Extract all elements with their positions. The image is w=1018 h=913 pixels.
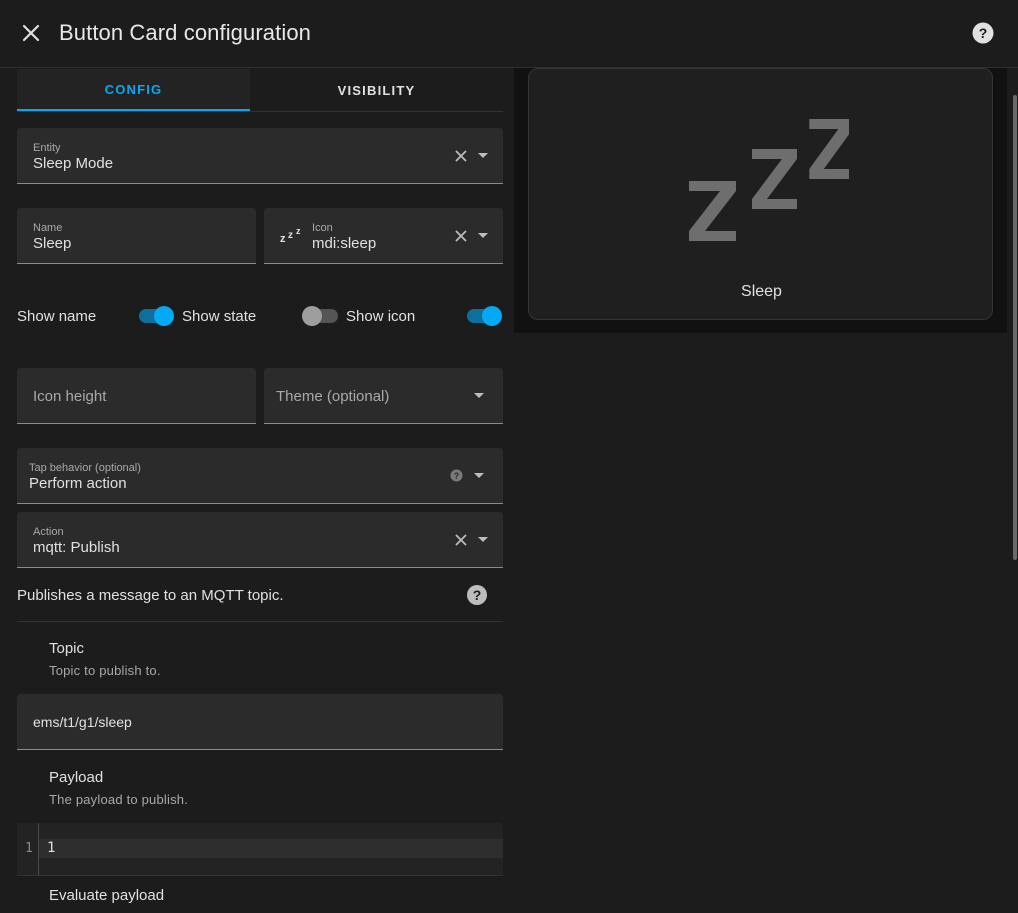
payload-code-editor[interactable]: 1 1 bbox=[17, 823, 503, 875]
svg-text:z: z bbox=[296, 226, 301, 236]
payload-value: 1 bbox=[47, 840, 56, 856]
editor-tabs: CONFIG VISIBILITY bbox=[17, 69, 503, 112]
topic-title: Topic bbox=[49, 640, 85, 657]
svg-text:?: ? bbox=[979, 25, 988, 41]
clear-icon[interactable] bbox=[454, 149, 468, 163]
icon-value: mdi:sleep bbox=[312, 235, 377, 252]
chevron-down-icon[interactable] bbox=[474, 473, 484, 478]
icon-height-placeholder: Icon height bbox=[33, 388, 107, 405]
action-description: Publishes a message to an MQTT topic. bbox=[17, 587, 284, 604]
svg-text:z: z bbox=[288, 230, 293, 241]
code-line[interactable]: 1 bbox=[39, 839, 503, 858]
help-icon[interactable]: ? bbox=[450, 469, 463, 482]
tab-visibility[interactable]: VISIBILITY bbox=[250, 69, 503, 111]
chevron-down-icon[interactable] bbox=[474, 393, 484, 398]
name-label: Name bbox=[33, 222, 63, 234]
evaluate-payload-title: Evaluate payload bbox=[49, 887, 165, 904]
payload-title: Payload bbox=[49, 769, 104, 786]
sleep-icon bbox=[674, 117, 853, 245]
close-icon[interactable] bbox=[18, 20, 44, 46]
svg-text:?: ? bbox=[473, 587, 482, 603]
action-label: Action bbox=[33, 526, 64, 538]
theme-placeholder: Theme (optional) bbox=[276, 388, 390, 405]
action-picker[interactable]: Action mqtt: Publish bbox=[17, 512, 503, 568]
button-card[interactable]: Sleep bbox=[528, 68, 993, 320]
svg-text:?: ? bbox=[454, 471, 460, 481]
show-name-toggle[interactable] bbox=[137, 304, 177, 328]
chevron-down-icon[interactable] bbox=[478, 153, 488, 158]
entity-value: Sleep Mode bbox=[33, 155, 114, 172]
topic-input[interactable]: ems/t1/g1/sleep bbox=[17, 694, 503, 750]
svg-text:z: z bbox=[280, 233, 286, 244]
divider bbox=[17, 621, 503, 622]
show-state-toggle[interactable] bbox=[302, 304, 342, 328]
clear-icon[interactable] bbox=[454, 533, 468, 547]
card-preview: Sleep bbox=[514, 68, 1007, 333]
dialog-title: Button Card configuration bbox=[59, 20, 311, 45]
chevron-down-icon[interactable] bbox=[478, 537, 488, 542]
name-value: Sleep bbox=[33, 235, 72, 252]
payload-description: The payload to publish. bbox=[49, 792, 189, 807]
tap-behavior-value: Perform action bbox=[29, 475, 127, 492]
clear-icon[interactable] bbox=[454, 229, 468, 243]
tap-behavior-label: Tap behavior (optional) bbox=[29, 462, 141, 474]
tab-config[interactable]: CONFIG bbox=[17, 69, 250, 111]
show-state-label: Show state bbox=[182, 308, 257, 325]
sleep-icon: z z z bbox=[280, 226, 304, 245]
card-editor: CONFIG VISIBILITY Entity Sleep Mode Name… bbox=[0, 69, 514, 913]
entity-picker[interactable]: Entity Sleep Mode bbox=[17, 128, 503, 184]
card-name: Sleep bbox=[741, 283, 782, 300]
show-icon-toggle[interactable] bbox=[465, 304, 505, 328]
icon-picker[interactable]: z z z Icon mdi:sleep bbox=[264, 208, 503, 264]
topic-description: Topic to publish to. bbox=[49, 663, 161, 678]
help-icon[interactable]: ? bbox=[971, 21, 995, 45]
topic-value: ems/t1/g1/sleep bbox=[33, 714, 132, 730]
name-field[interactable]: Name Sleep bbox=[17, 208, 256, 264]
divider bbox=[17, 875, 503, 876]
icon-height-input[interactable]: Icon height bbox=[17, 368, 256, 424]
show-icon-label: Show icon bbox=[346, 308, 416, 325]
tap-behavior-select[interactable]: Tap behavior (optional) Perform action ? bbox=[17, 448, 503, 504]
theme-select[interactable]: Theme (optional) bbox=[264, 368, 503, 424]
chevron-down-icon[interactable] bbox=[478, 233, 488, 238]
entity-label: Entity bbox=[33, 142, 61, 154]
action-value: mqtt: Publish bbox=[33, 539, 120, 556]
help-icon[interactable]: ? bbox=[466, 584, 488, 606]
line-gutter: 1 bbox=[17, 823, 39, 875]
line-number: 1 bbox=[25, 841, 33, 856]
scrollbar[interactable] bbox=[1013, 95, 1017, 560]
show-name-label: Show name bbox=[17, 308, 97, 325]
icon-label: Icon bbox=[312, 222, 333, 234]
dialog-header: Button Card configuration ? bbox=[0, 0, 1018, 68]
